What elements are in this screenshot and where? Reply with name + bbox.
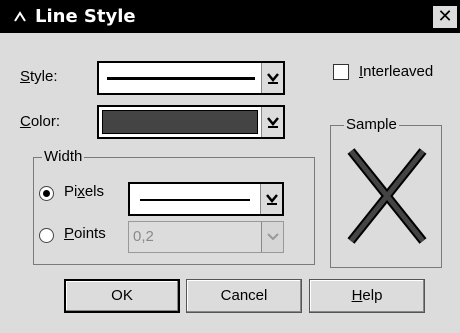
pixels-radio[interactable] <box>39 186 54 201</box>
style-label: Style: <box>20 68 58 85</box>
chevron-down-icon <box>266 194 278 205</box>
chevron-down-icon <box>267 73 279 84</box>
pixels-width-combo[interactable] <box>128 182 284 216</box>
points-radio[interactable] <box>39 228 54 243</box>
pixels-dropdown-button[interactable] <box>260 184 282 214</box>
points-combo-disabled: 0,2 <box>128 221 284 253</box>
color-swatch <box>102 110 258 134</box>
width-group-title: Width <box>42 148 85 165</box>
sample-group: Sample <box>330 116 442 268</box>
points-value: 0,2 <box>133 228 154 245</box>
ok-button[interactable]: OK <box>64 279 180 313</box>
color-combo[interactable] <box>97 105 285 139</box>
line-sample-preview <box>347 148 427 244</box>
style-line-preview <box>107 77 255 80</box>
style-combo[interactable] <box>97 61 285 95</box>
line-style-dialog: Line Style ✕ Style: Color: Interleaved S… <box>0 0 460 333</box>
pixels-label[interactable]: Pixels <box>64 183 104 200</box>
style-dropdown-button[interactable] <box>261 63 283 93</box>
color-label: Color: <box>20 113 61 130</box>
chevron-down-icon <box>267 117 279 128</box>
points-label[interactable]: Points <box>64 225 106 242</box>
interleaved-label[interactable]: Interleaved <box>359 63 433 80</box>
close-button[interactable]: ✕ <box>433 6 457 28</box>
color-dropdown-button[interactable] <box>261 107 283 137</box>
interleaved-checkbox[interactable] <box>333 64 349 80</box>
dialog-title: Line Style <box>35 6 136 27</box>
help-button[interactable]: Help <box>309 279 425 313</box>
close-icon: ✕ <box>437 6 453 27</box>
cancel-button[interactable]: Cancel <box>186 279 302 313</box>
pixels-line-preview <box>140 199 250 201</box>
chevron-down-icon <box>267 233 279 241</box>
points-dropdown-button <box>261 222 283 252</box>
app-icon <box>12 9 28 25</box>
title-bar: Line Style ✕ <box>0 0 460 33</box>
